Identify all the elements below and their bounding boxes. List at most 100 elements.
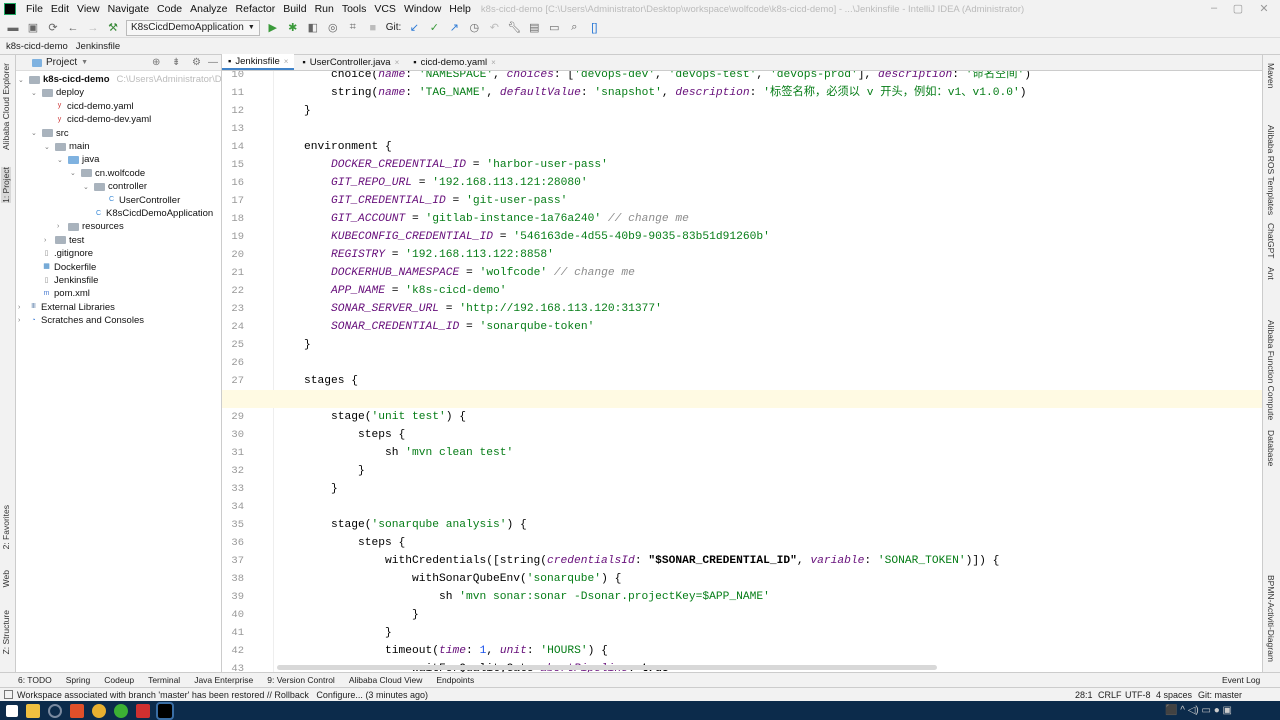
app-icon[interactable]	[48, 703, 62, 718]
collapse-arrow-icon[interactable]: ›	[57, 223, 65, 230]
profile-icon[interactable]: ◎	[326, 21, 340, 35]
windows-start-icon[interactable]	[6, 704, 18, 717]
menu-view[interactable]: View	[73, 3, 104, 15]
bottom-tab-alibaba-cloud-view[interactable]: Alibaba Cloud View	[349, 675, 423, 685]
attach-icon[interactable]: ⌗	[346, 21, 360, 35]
event-log-button[interactable]: Event Log	[1222, 675, 1260, 685]
debug-icon[interactable]: ✱	[286, 21, 300, 35]
breadcrumb-file[interactable]: Jenkinsfile	[76, 41, 120, 52]
code-line[interactable]: sh 'mvn sonar:sonar -Dsonar.projectKey=$…	[277, 588, 770, 606]
tool-alibaba-cloud-explorer[interactable]: Alibaba Cloud Explorer	[1, 63, 11, 150]
line-separator[interactable]: CRLF	[1098, 690, 1122, 700]
code-line[interactable]: withCredentials([string(credentialsId: "…	[277, 552, 999, 570]
expand-arrow-icon[interactable]: ⌄	[44, 143, 52, 151]
code-line[interactable]: APP_NAME = 'k8s-cicd-demo'	[277, 282, 507, 300]
tool-web[interactable]: Web	[1, 570, 11, 587]
code-line[interactable]: sh 'mvn clean test'	[277, 444, 513, 462]
code-line[interactable]: environment {	[277, 138, 392, 156]
collapse-arrow-icon[interactable]: ›	[18, 304, 26, 311]
tree-item[interactable]: ⌄ k8s-cicd-demo C:\Users\Administrator\Des…	[18, 73, 244, 86]
code-line[interactable]: stages {	[277, 372, 358, 390]
intellij-icon[interactable]	[156, 701, 174, 720]
tool-favorites[interactable]: 2: Favorites	[1, 505, 11, 549]
code-editor[interactable]: 1011121314151617181920212223242526272829…	[222, 71, 1262, 672]
forward-icon[interactable]: →	[86, 21, 100, 35]
code-line[interactable]: }	[277, 480, 338, 498]
code-line[interactable]: withSonarQubeEnv('sonarqube') {	[277, 570, 621, 588]
git-commit-icon[interactable]: ✓	[427, 21, 441, 35]
sync-icon[interactable]: ⟳	[46, 21, 60, 35]
expand-arrow-icon[interactable]: ⌄	[31, 129, 39, 137]
menu-file[interactable]: File	[22, 3, 47, 15]
git-update-icon[interactable]: ↙	[407, 21, 421, 35]
code-line[interactable]: steps {	[277, 534, 405, 552]
hide-icon[interactable]: —	[208, 57, 218, 68]
tool-database[interactable]: Database	[1266, 430, 1276, 466]
run-icon[interactable]: ▶	[266, 21, 280, 35]
tree-item[interactable]: y cicd-demo.yaml	[44, 100, 134, 113]
menu-navigate[interactable]: Navigate	[104, 3, 153, 15]
collapse-arrow-icon[interactable]: ›	[18, 317, 26, 324]
breadcrumb-project[interactable]: k8s-cicd-demo	[6, 41, 68, 52]
chrome-icon[interactable]	[92, 703, 106, 718]
menu-edit[interactable]: Edit	[47, 3, 73, 15]
build-hammer-icon[interactable]: ⚒	[106, 21, 120, 35]
menu-vcs[interactable]: VCS	[370, 3, 400, 15]
search-icon[interactable]: ⌕	[567, 21, 581, 35]
back-icon[interactable]: ←	[66, 21, 80, 35]
stop-icon[interactable]: ■	[366, 21, 380, 35]
file-encoding[interactable]: UTF-8	[1125, 690, 1151, 700]
gear-icon[interactable]: ⚙	[192, 57, 201, 68]
code-line[interactable]: stage('sonarqube analysis') {	[277, 516, 527, 534]
history-icon[interactable]: ◷	[467, 21, 481, 35]
bottom-tab-endpoints[interactable]: Endpoints	[436, 675, 474, 685]
tool-bpmn-diagram[interactable]: BPMN-Activiti-Diagram	[1266, 575, 1276, 662]
tree-item[interactable]: C K8sCicdDemoApplication	[83, 207, 213, 220]
bottom-tab-terminal[interactable]: Terminal	[148, 675, 180, 685]
tree-item[interactable]: › resources	[57, 220, 124, 233]
bottom-tab-spring[interactable]: Spring	[66, 675, 91, 685]
tree-item[interactable]: ▯ .gitignore	[31, 247, 94, 260]
menu-tools[interactable]: Tools	[338, 3, 371, 15]
close-tab-icon[interactable]: ×	[491, 58, 496, 67]
git-push-icon[interactable]: ↗	[447, 21, 461, 35]
tab-usercontroller-java[interactable]: ▪ UserController.java ×	[296, 54, 405, 70]
tool-project[interactable]: 1: Project	[1, 167, 11, 203]
alibaba-cloud-icon[interactable]: []	[587, 21, 601, 35]
tree-item[interactable]: › test	[44, 234, 84, 247]
code-line[interactable]: DOCKER_CREDENTIAL_ID = 'harbor-user-pass…	[277, 156, 608, 174]
bottom-tab-9-version-control[interactable]: 9: Version Control	[267, 675, 335, 685]
code-line[interactable]: choice(name: 'NAMESPACE', choices: ['dev…	[277, 71, 1031, 84]
collapse-arrow-icon[interactable]: ›	[44, 237, 52, 244]
status-message[interactable]: Workspace associated with branch 'master…	[17, 690, 428, 700]
tool-ant[interactable]: Ant	[1266, 267, 1276, 280]
tool-structure[interactable]: Z: Structure	[1, 610, 11, 654]
code-line[interactable]: stage('unit test') {	[277, 408, 466, 426]
wechat-icon[interactable]	[114, 703, 128, 718]
horizontal-scrollbar[interactable]	[277, 665, 937, 670]
settings-wrench-icon[interactable]: 🔧︎	[507, 21, 521, 35]
git-branch[interactable]: Git: master	[1198, 690, 1242, 700]
locate-icon[interactable]: ⊕	[152, 57, 160, 68]
code-line[interactable]: SONAR_SERVER_URL = 'http://192.168.113.1…	[277, 300, 662, 318]
menu-analyze[interactable]: Analyze	[186, 3, 231, 15]
menu-help[interactable]: Help	[445, 3, 475, 15]
close-tab-icon[interactable]: ×	[395, 58, 400, 67]
bottom-tab-java-enterprise[interactable]: Java Enterprise	[194, 675, 253, 685]
tool-maven[interactable]: Maven	[1266, 63, 1276, 89]
expand-arrow-icon[interactable]: ⌄	[57, 156, 65, 164]
tree-item[interactable]: ⌄ src	[31, 127, 69, 140]
code-line[interactable]: }	[277, 102, 311, 120]
tool-alibaba-function-compute[interactable]: Alibaba Function Compute	[1266, 320, 1276, 420]
minimize-button[interactable]: –	[1204, 2, 1224, 14]
file-explorer-icon[interactable]	[26, 703, 40, 718]
menu-code[interactable]: Code	[153, 3, 186, 15]
tree-item[interactable]: y cicd-demo-dev.yaml	[44, 113, 152, 126]
project-view-select[interactable]: Project	[46, 57, 77, 68]
code-line[interactable]: KUBECONFIG_CREDENTIAL_ID = '546163de-4d5…	[277, 228, 770, 246]
tree-item[interactable]: ⌄ cn.wolfcode	[70, 167, 145, 180]
code-line[interactable]: }	[277, 462, 365, 480]
code-line[interactable]: steps {	[277, 426, 405, 444]
tree-item[interactable]: C UserController	[96, 194, 180, 207]
tab-jenkinsfile[interactable]: ▪ Jenkinsfile ×	[222, 54, 295, 70]
